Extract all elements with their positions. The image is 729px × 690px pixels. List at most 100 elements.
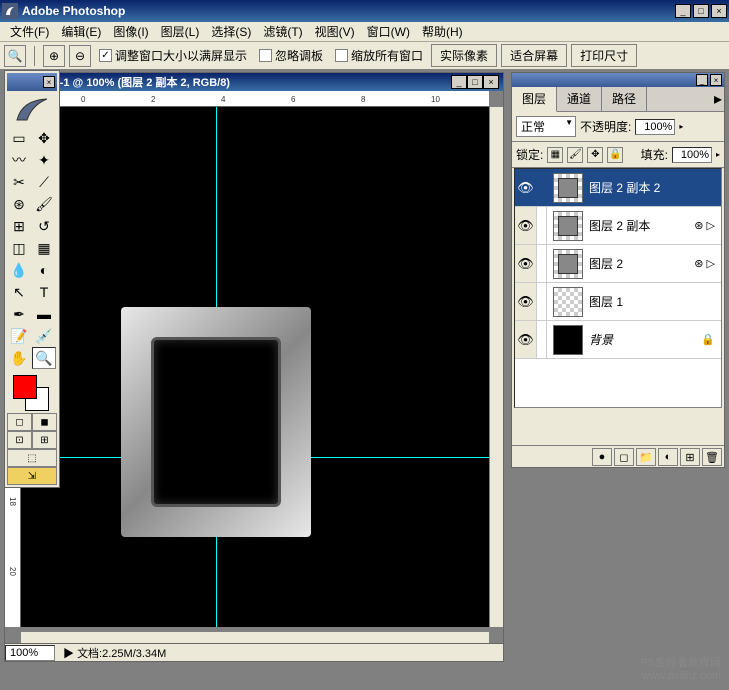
effects-icon[interactable]: ⊛ ▷: [694, 257, 715, 270]
doc-minimize-button[interactable]: _: [451, 75, 467, 89]
toolbox-close-icon[interactable]: ×: [43, 76, 55, 88]
panel-titlebar[interactable]: _ ×: [512, 73, 724, 87]
link-column[interactable]: [537, 169, 547, 206]
layer-thumbnail[interactable]: [553, 173, 583, 203]
link-column[interactable]: [537, 207, 547, 244]
foreground-color-swatch[interactable]: [13, 375, 37, 399]
shape-tool[interactable]: ▬: [32, 303, 56, 325]
screen-full-menu[interactable]: ⊞: [32, 431, 57, 449]
menu-view[interactable]: 视图(V): [309, 21, 361, 42]
zoom-tool-icon[interactable]: 🔍: [4, 45, 26, 67]
fit-screen-button[interactable]: 适合屏幕: [501, 44, 567, 67]
link-column[interactable]: [537, 245, 547, 282]
menu-window[interactable]: 窗口(W): [361, 21, 416, 42]
layer-mask-button[interactable]: ◻: [614, 448, 634, 466]
scrollbar-vertical[interactable]: [489, 107, 503, 627]
layer-thumbnail[interactable]: [553, 325, 583, 355]
lasso-tool[interactable]: 〰: [7, 149, 31, 171]
menu-file[interactable]: 文件(F): [4, 21, 55, 42]
menu-image[interactable]: 图像(I): [107, 21, 154, 42]
actual-pixels-button[interactable]: 实际像素: [431, 44, 497, 67]
screen-full[interactable]: ⬚: [7, 449, 57, 467]
frame-object[interactable]: [121, 307, 311, 537]
visibility-toggle[interactable]: 👁: [515, 283, 537, 320]
layer-thumbnail[interactable]: [553, 249, 583, 279]
blur-tool[interactable]: 💧: [7, 259, 31, 281]
layer-row[interactable]: 👁图层 2 副本⊛ ▷: [515, 207, 721, 245]
link-column[interactable]: [537, 283, 547, 320]
layer-thumbnail[interactable]: [553, 287, 583, 317]
history-brush-tool[interactable]: ↺: [32, 215, 56, 237]
hand-tool[interactable]: ✋: [7, 347, 31, 369]
link-column[interactable]: [537, 321, 547, 358]
layer-name[interactable]: 图层 1: [589, 293, 721, 310]
zoom-level[interactable]: 100%: [5, 645, 55, 661]
lock-all-icon[interactable]: 🔒: [607, 147, 623, 163]
doc-maximize-button[interactable]: □: [467, 75, 483, 89]
toolbox-header[interactable]: ×: [7, 73, 57, 91]
zoom-tool[interactable]: 🔍: [32, 347, 56, 369]
layer-folder-button[interactable]: 📁: [636, 448, 656, 466]
lock-paint-icon[interactable]: 🖌: [567, 147, 583, 163]
zoom-out-icon[interactable]: ⊖: [69, 45, 91, 67]
fill-arrow-icon[interactable]: ▸: [716, 150, 720, 159]
opacity-arrow-icon[interactable]: ▸: [679, 122, 683, 131]
visibility-toggle[interactable]: 👁: [515, 169, 537, 206]
menu-edit[interactable]: 编辑(E): [55, 21, 107, 42]
heal-tool[interactable]: ⊛: [7, 193, 31, 215]
brush-tool[interactable]: 🖌: [32, 193, 56, 215]
marquee-tool[interactable]: ▭: [7, 127, 31, 149]
layer-name[interactable]: 图层 2 副本: [589, 217, 694, 234]
screen-std[interactable]: ⊡: [7, 431, 32, 449]
panel-close-icon[interactable]: ×: [710, 74, 722, 86]
layer-thumbnail[interactable]: [553, 211, 583, 241]
eraser-tool[interactable]: ◫: [7, 237, 31, 259]
eyedropper-tool[interactable]: 💉: [32, 325, 56, 347]
ignore-palettes-checkbox[interactable]: 忽略调板: [255, 47, 327, 64]
path-select-tool[interactable]: ↖: [7, 281, 31, 303]
menu-filter[interactable]: 滤镜(T): [257, 21, 308, 42]
layer-style-button[interactable]: ●: [592, 448, 612, 466]
layer-name[interactable]: 图层 2 副本 2: [589, 179, 721, 196]
ruler-horizontal[interactable]: 0 2 4 6 8 10: [21, 91, 489, 107]
menu-select[interactable]: 选择(S): [205, 21, 257, 42]
tab-paths[interactable]: 路径: [602, 87, 647, 111]
minimize-button[interactable]: _: [675, 4, 691, 18]
fill-input[interactable]: 100%: [672, 147, 712, 163]
blend-mode-dropdown[interactable]: 正常: [516, 116, 576, 137]
dodge-tool[interactable]: ◐: [32, 259, 56, 281]
type-tool[interactable]: T: [32, 281, 56, 303]
visibility-toggle[interactable]: 👁: [515, 245, 537, 282]
wand-tool[interactable]: ✦: [32, 149, 56, 171]
opacity-input[interactable]: 100%: [635, 119, 675, 135]
new-layer-button[interactable]: ⊞: [680, 448, 700, 466]
doc-size-label[interactable]: ▶ 文档:2.25M/3.34M: [63, 645, 166, 661]
layer-name[interactable]: 图层 2: [589, 255, 694, 272]
effects-icon[interactable]: ⊛ ▷: [694, 219, 715, 232]
crop-tool[interactable]: ✂: [7, 171, 31, 193]
tab-channels[interactable]: 通道: [557, 87, 602, 111]
visibility-toggle[interactable]: 👁: [515, 321, 537, 358]
layer-row[interactable]: 👁 图层 2⊛ ▷: [515, 245, 721, 283]
layer-row[interactable]: 👁背景🔒: [515, 321, 721, 359]
panel-minimize-icon[interactable]: _: [696, 74, 708, 86]
print-size-button[interactable]: 打印尺寸: [571, 44, 637, 67]
delete-layer-button[interactable]: 🗑: [702, 448, 722, 466]
maximize-button[interactable]: □: [693, 4, 709, 18]
stamp-tool[interactable]: ⊞: [7, 215, 31, 237]
layer-name[interactable]: 背景: [589, 331, 701, 348]
resize-window-checkbox[interactable]: 调整窗口大小以满屏显示: [95, 47, 251, 64]
gradient-tool[interactable]: ▦: [32, 237, 56, 259]
doc-close-button[interactable]: ×: [483, 75, 499, 89]
menu-help[interactable]: 帮助(H): [416, 21, 469, 42]
close-button[interactable]: ×: [711, 4, 727, 18]
adjustment-layer-button[interactable]: ◐: [658, 448, 678, 466]
menu-layer[interactable]: 图层(L): [155, 21, 206, 42]
canvas[interactable]: [21, 107, 489, 627]
move-tool[interactable]: ✥: [32, 127, 56, 149]
jump-to-imageready[interactable]: ⇲: [7, 467, 57, 485]
layer-row[interactable]: 👁 图层 2 副本 2: [515, 169, 721, 207]
quickmask-on[interactable]: ◼: [32, 413, 57, 431]
lock-move-icon[interactable]: ✥: [587, 147, 603, 163]
zoom-in-icon[interactable]: ⊕: [43, 45, 65, 67]
